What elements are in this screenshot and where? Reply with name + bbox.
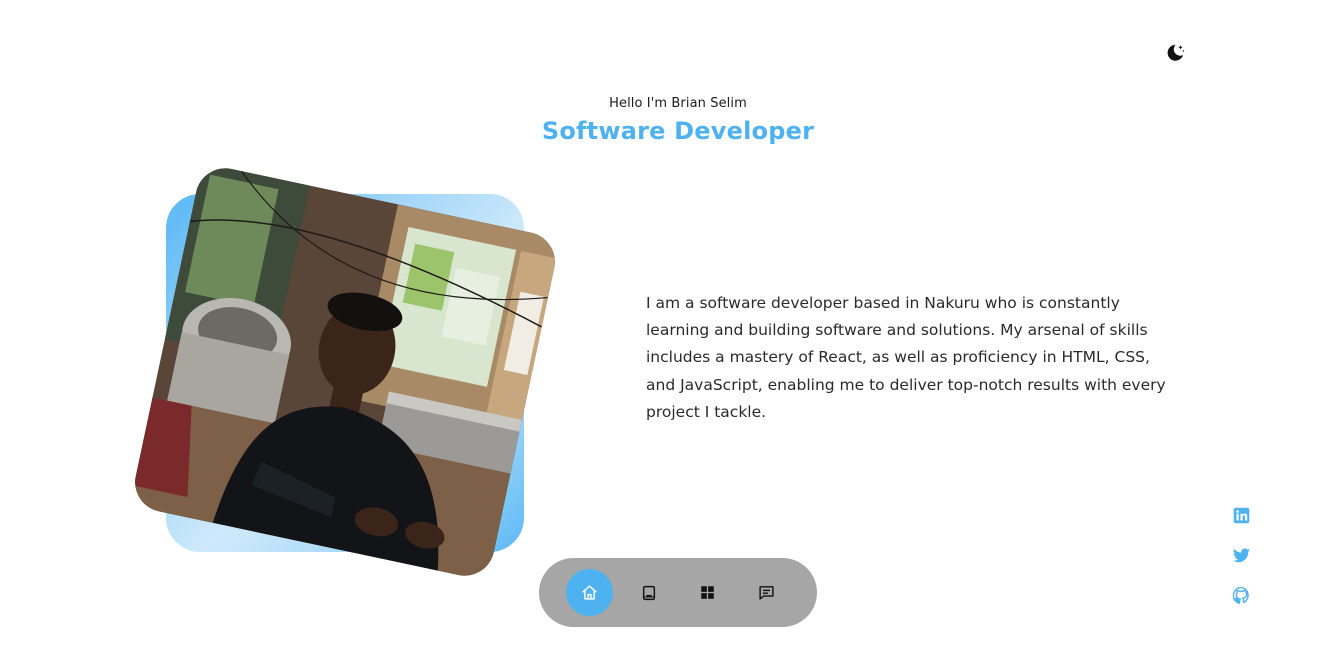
nav-projects-button[interactable] bbox=[684, 569, 731, 616]
portfolio-page: Hello I'm Brian Selim Software Developer bbox=[0, 0, 1322, 648]
moon-stars-icon bbox=[1167, 44, 1185, 61]
twitter-link[interactable] bbox=[1232, 546, 1250, 564]
twitter-icon bbox=[1232, 548, 1250, 562]
job-title: Software Developer bbox=[541, 117, 815, 145]
nav-home-button[interactable] bbox=[566, 569, 613, 616]
profile-photo bbox=[129, 162, 561, 582]
github-link[interactable] bbox=[1232, 586, 1250, 604]
linkedin-icon bbox=[1233, 507, 1249, 523]
nav-contact-button[interactable] bbox=[743, 569, 790, 616]
nav-about-button[interactable] bbox=[625, 569, 672, 616]
bio-text: I am a software developer based in Nakur… bbox=[646, 294, 1166, 421]
linkedin-link[interactable] bbox=[1232, 506, 1250, 524]
home-icon bbox=[582, 585, 597, 600]
github-icon bbox=[1232, 586, 1249, 604]
hero-header: Hello I'm Brian Selim Software Developer bbox=[0, 96, 1322, 145]
message-icon bbox=[759, 586, 774, 600]
social-links bbox=[1231, 506, 1251, 604]
bottom-navigation bbox=[539, 558, 817, 627]
theme-toggle-button[interactable] bbox=[1163, 41, 1187, 65]
book-icon bbox=[642, 585, 655, 600]
grid-icon bbox=[701, 586, 714, 599]
greeting-text: Hello I'm Brian Selim bbox=[609, 96, 747, 111]
